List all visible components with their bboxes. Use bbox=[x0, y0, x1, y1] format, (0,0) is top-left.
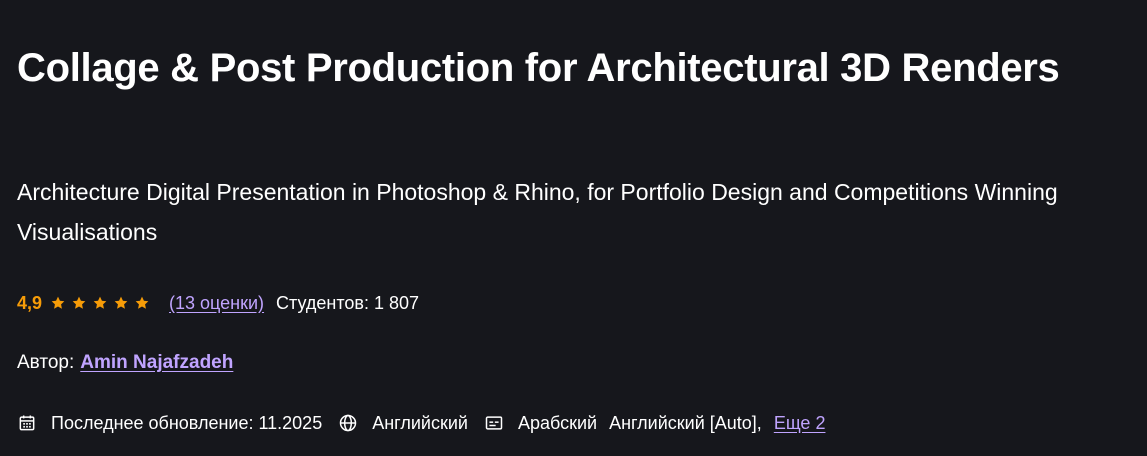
more-languages-link[interactable]: Еще 2 bbox=[774, 413, 826, 434]
captions-language-1: Арабский bbox=[517, 412, 598, 433]
rating-row: 4,9 (13 оценки) Студентов: 1 807 bbox=[17, 290, 419, 316]
rating-count-link[interactable]: (13 оценки) bbox=[169, 293, 264, 314]
calendar-icon bbox=[17, 413, 37, 433]
star-icon bbox=[113, 295, 129, 311]
course-title: Collage & Post Production for Architectu… bbox=[17, 46, 1060, 90]
captions-language-2: Английский [Auto], bbox=[609, 412, 762, 433]
author-link[interactable]: Amin Najafzadeh bbox=[80, 352, 233, 374]
author-label: Автор: bbox=[17, 352, 75, 373]
closed-captions-icon bbox=[484, 413, 504, 433]
globe-icon bbox=[338, 413, 358, 433]
course-subtitle: Architecture Digital Presentation in Pho… bbox=[17, 179, 1058, 245]
star-icon bbox=[71, 295, 87, 311]
star-icon bbox=[50, 295, 66, 311]
star-icon bbox=[92, 295, 108, 311]
course-language: Английский bbox=[372, 412, 468, 433]
meta-row: Последнее обновление: 11.2025 Английский… bbox=[17, 410, 825, 436]
star-icon bbox=[134, 295, 150, 311]
course-header: Collage & Post Production for Architectu… bbox=[0, 0, 1147, 456]
last-updated: Последнее обновление: 11.2025 bbox=[51, 412, 323, 433]
students-count: Студентов: 1 807 bbox=[276, 292, 420, 313]
author-row: Автор: Amin Najafzadeh bbox=[17, 350, 233, 376]
rating-value: 4,9 bbox=[17, 292, 43, 313]
rating-stars bbox=[50, 295, 155, 311]
